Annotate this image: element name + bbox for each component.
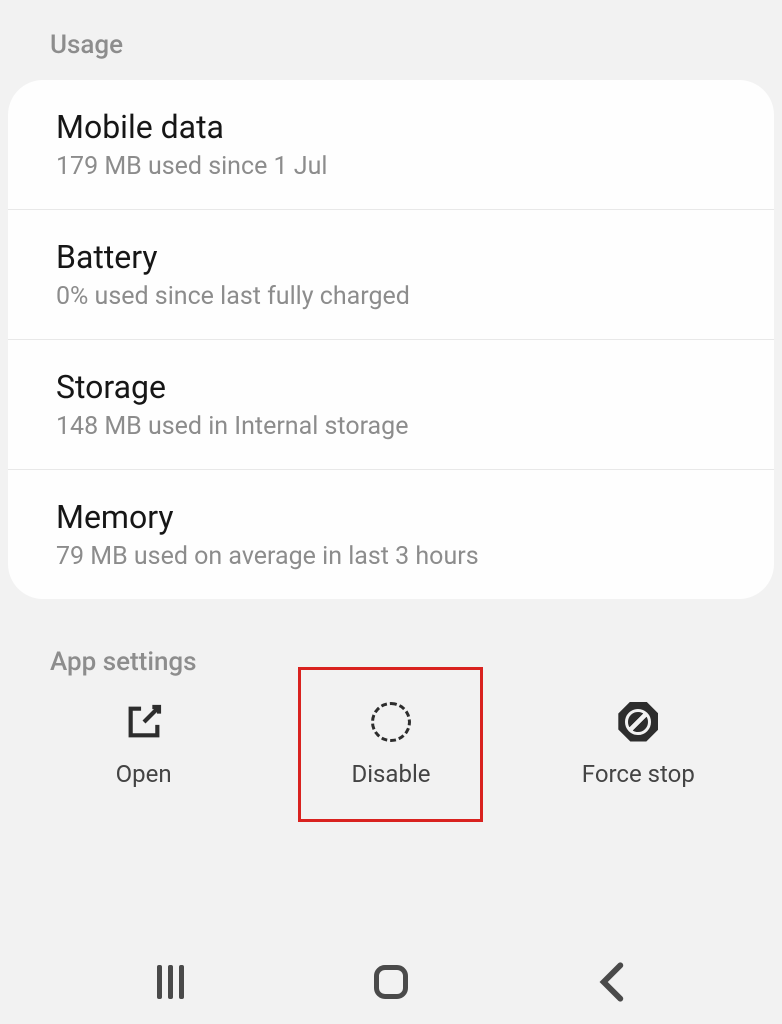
force-stop-icon: [618, 702, 658, 742]
usage-card: Mobile data 179 MB used since 1 Jul Batt…: [8, 80, 774, 599]
force-stop-button[interactable]: Force stop: [546, 667, 731, 822]
memory-item[interactable]: Memory 79 MB used on average in last 3 h…: [8, 470, 774, 599]
battery-item[interactable]: Battery 0% used since last fully charged: [8, 210, 774, 340]
disable-label: Disable: [351, 760, 430, 788]
usage-section-header: Usage: [0, 0, 782, 80]
navigation-bar: [0, 939, 782, 1024]
action-bar: Open Disable Force stop: [0, 667, 782, 822]
home-icon: [374, 965, 408, 999]
app-settings-section-header: App settings: [0, 599, 782, 677]
memory-title: Memory: [56, 498, 726, 536]
open-icon: [124, 702, 164, 742]
mobile-data-title: Mobile data: [56, 108, 726, 146]
back-button[interactable]: [587, 957, 637, 1007]
storage-subtitle: 148 MB used in Internal storage: [56, 412, 726, 441]
open-label: Open: [116, 760, 172, 788]
mobile-data-subtitle: 179 MB used since 1 Jul: [56, 152, 726, 181]
recents-icon: [157, 965, 184, 999]
home-button[interactable]: [366, 957, 416, 1007]
battery-title: Battery: [56, 238, 726, 276]
recents-button[interactable]: [145, 957, 195, 1007]
storage-item[interactable]: Storage 148 MB used in Internal storage: [8, 340, 774, 470]
storage-title: Storage: [56, 368, 726, 406]
disable-icon: [371, 702, 411, 742]
back-icon: [587, 957, 637, 1007]
battery-subtitle: 0% used since last fully charged: [56, 282, 726, 311]
memory-subtitle: 79 MB used on average in last 3 hours: [56, 542, 726, 571]
disable-button[interactable]: Disable: [298, 667, 483, 822]
mobile-data-item[interactable]: Mobile data 179 MB used since 1 Jul: [8, 80, 774, 210]
open-button[interactable]: Open: [51, 667, 236, 822]
force-stop-label: Force stop: [582, 760, 695, 788]
